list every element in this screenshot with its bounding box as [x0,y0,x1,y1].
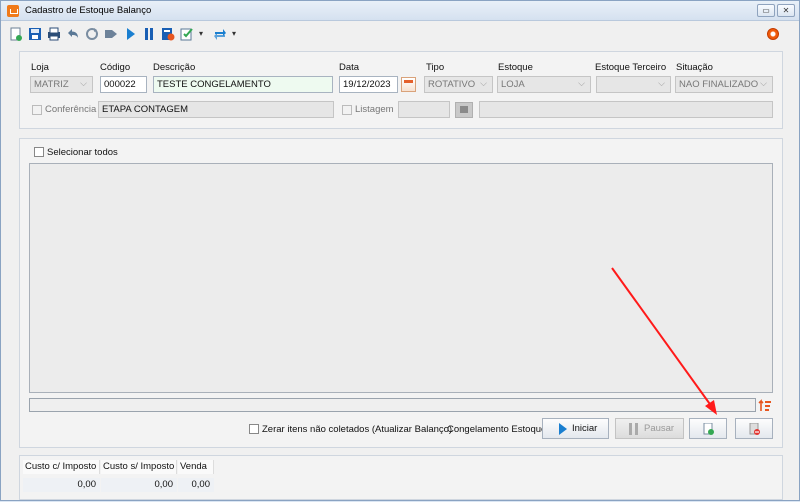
annotation-arrow [611,267,717,415]
venda-value: 0,00 [178,478,214,492]
venda-header: Venda [178,460,214,474]
custo-sem-imposto-header: Custo s/ Imposto [101,460,177,474]
custo-com-imposto-header: Custo c/ Imposto [23,460,100,474]
custo-com-imposto-value: 0,00 [23,478,100,492]
custo-sem-imposto-value: 0,00 [101,478,177,492]
window: Cadastro de Estoque Balanço ▭ ✕ ▾ ▾ Loja… [0,0,800,501]
